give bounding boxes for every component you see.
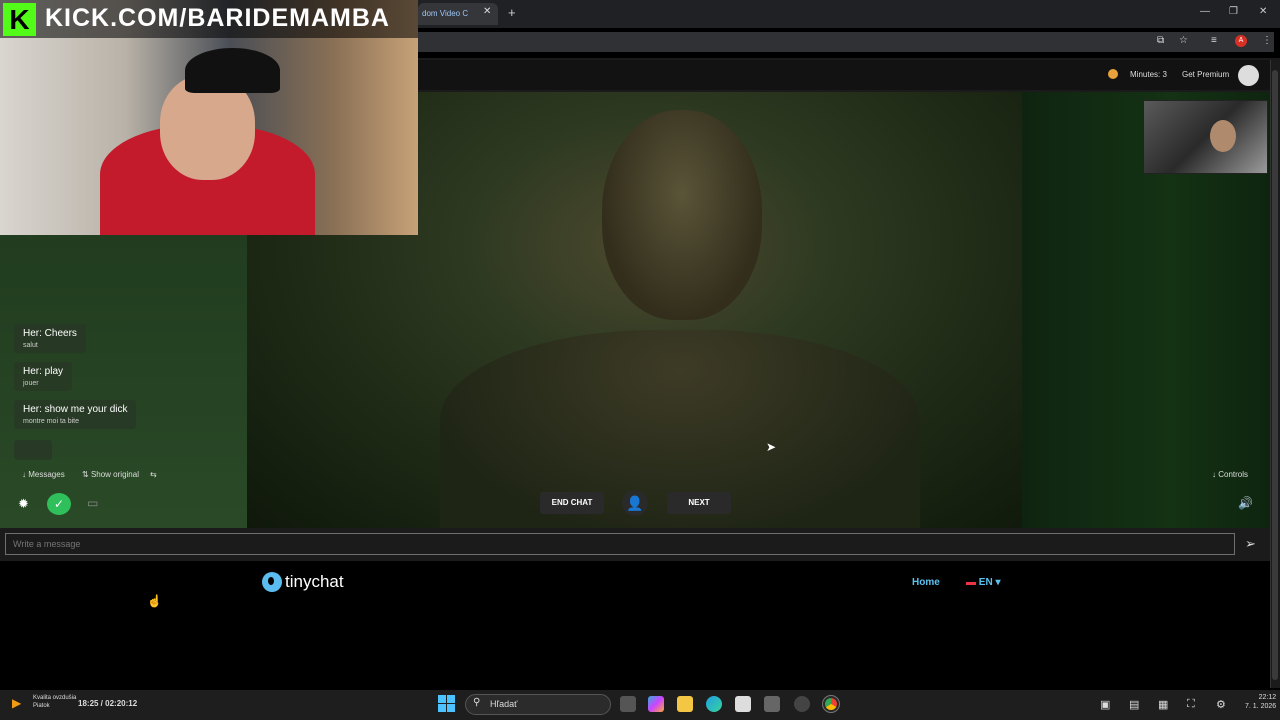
weather-line2: Piatok: [33, 703, 50, 709]
messages-label: Messages: [28, 470, 65, 479]
clock[interactable]: 22:12 7. 1. 2026: [1245, 693, 1276, 711]
kick-logo-icon: K: [3, 3, 36, 36]
chrome-icon[interactable]: [822, 695, 840, 713]
windows-start-icon[interactable]: [438, 695, 456, 713]
next-button[interactable]: NEXT: [667, 492, 731, 514]
self-video-preview: [1143, 100, 1268, 174]
new-tab-button[interactable]: +: [508, 5, 516, 20]
tray-icon[interactable]: ▦: [1158, 698, 1168, 711]
fullscreen-icon[interactable]: ⛶: [1187, 698, 1195, 711]
self-video-person: [1210, 120, 1236, 152]
channel-url: KICK.COM/BARIDEMAMBA: [45, 4, 390, 32]
app2-icon[interactable]: [794, 696, 810, 712]
chat-message-translation: jouer: [23, 380, 39, 387]
task-view-icon[interactable]: [620, 696, 636, 712]
settings-icon[interactable]: ✹: [18, 496, 29, 512]
profile-avatar[interactable]: A: [1235, 35, 1247, 47]
chat-message: Her: show me your dick montre moi ta bit…: [14, 400, 137, 429]
clock-time: 22:12: [1258, 694, 1277, 701]
browser-menu-icon[interactable]: ⋮: [1262, 35, 1272, 46]
close-window-button[interactable]: ✕: [1259, 6, 1267, 17]
taskbar: [0, 690, 1280, 720]
home-link[interactable]: Home: [912, 577, 940, 588]
coin-icon: [1108, 69, 1118, 79]
show-original-toggle[interactable]: ⇅ Show original: [82, 470, 139, 479]
search-placeholder: Hľadať: [490, 699, 518, 709]
edge-icon[interactable]: [706, 696, 722, 712]
volume-icon[interactable]: 🔊: [1238, 496, 1253, 510]
hand-cursor-icon: ☝: [147, 594, 162, 608]
minimize-button[interactable]: —: [1200, 6, 1210, 17]
streamer-cap: [185, 48, 280, 93]
chat-message-translation: montre moi ta bite: [23, 418, 80, 425]
media-time: 18:25 / 02:20:12: [78, 699, 138, 708]
weather-line1: Kvalita ovzdušia: [33, 695, 77, 701]
stranger-face: [602, 110, 762, 320]
tinychat-logo-text[interactable]: tinychat: [285, 572, 344, 592]
clock-date: 7. 1. 2026: [1245, 703, 1277, 710]
chat-message: Her: play jouer: [14, 362, 73, 391]
message-input[interactable]: [5, 533, 1235, 555]
get-premium-link[interactable]: Get Premium: [1182, 70, 1229, 79]
user-avatar[interactable]: [1238, 65, 1259, 86]
tinychat-logo-icon[interactable]: [262, 572, 282, 592]
settings-tray-icon[interactable]: ⚙: [1216, 698, 1226, 711]
controls-toggle[interactable]: ↓ Controls: [1212, 470, 1248, 479]
chat-message-text: Her: show me your dick: [23, 404, 128, 415]
person-icon[interactable]: 👤: [622, 490, 648, 516]
media-control-icon[interactable]: ≡: [1211, 35, 1217, 46]
swap-icon[interactable]: ⇆: [150, 470, 157, 479]
tab-close-icon[interactable]: ✕: [483, 6, 491, 17]
taskbar-search[interactable]: Hľadať: [465, 694, 611, 715]
minutes-counter: Minutes: 3: [1130, 70, 1167, 79]
file-explorer-icon[interactable]: [677, 696, 693, 712]
chat-message-translation: salut: [23, 342, 38, 349]
maximize-button[interactable]: ❐: [1229, 6, 1238, 17]
weather-icon[interactable]: ▶: [12, 696, 21, 710]
translate-icon[interactable]: ⧉: [1157, 35, 1164, 46]
chat-message: Her: Cheers salut: [14, 324, 86, 353]
show-original-label: Show original: [90, 470, 139, 479]
app-icon[interactable]: [764, 696, 780, 712]
language-label: EN: [978, 577, 993, 588]
end-chat-button[interactable]: END CHAT: [540, 492, 604, 514]
bookmark-star-icon[interactable]: ☆: [1179, 35, 1188, 46]
scrollbar-thumb[interactable]: [1272, 70, 1278, 680]
send-icon[interactable]: ➢: [1245, 536, 1256, 552]
chat-message-text: Her: play: [23, 366, 64, 377]
copilot-icon[interactable]: [648, 696, 664, 712]
tab-title: dom Video C: [422, 9, 469, 18]
document-icon[interactable]: ▭: [87, 496, 98, 510]
chat-message-empty: [14, 440, 52, 460]
tray-icon[interactable]: ▣: [1100, 698, 1110, 711]
check-icon[interactable]: ✓: [47, 493, 71, 515]
weather-widget[interactable]: Kvalita ovzdušia Piatok: [33, 694, 76, 710]
address-bar[interactable]: [418, 32, 1274, 52]
site-footer: [0, 561, 1270, 688]
search-icon: ⚲: [473, 697, 481, 708]
controls-label: Controls: [1218, 470, 1249, 479]
mouse-cursor-icon: ➤: [766, 440, 777, 454]
store-icon[interactable]: [735, 696, 751, 712]
messages-toggle[interactable]: ↓ Messages: [22, 470, 65, 479]
language-selector[interactable]: ▬ EN ▾: [966, 577, 1001, 588]
tray-icon[interactable]: ▤: [1129, 698, 1139, 711]
chat-message-text: Her: Cheers: [23, 328, 77, 339]
